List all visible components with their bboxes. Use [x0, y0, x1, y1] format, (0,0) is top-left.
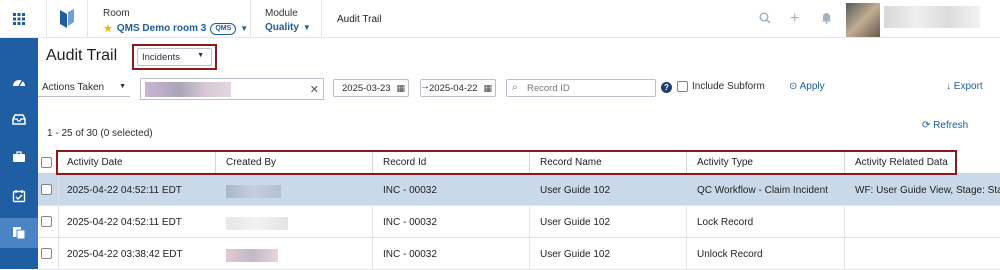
cell-divider [686, 206, 687, 238]
check-circle-icon: ⊙ [789, 81, 800, 92]
cell-divider [844, 206, 845, 238]
include-subform-label: Include Subform [692, 81, 765, 92]
top-bar: Room ★ QMS Demo room 3 QMS ▼ Module Qual… [0, 0, 1000, 38]
cell-divider [372, 206, 373, 238]
selected-user-chip[interactable] [145, 82, 231, 97]
cell-created-by [226, 185, 281, 198]
dashboard-gauge-icon [13, 80, 25, 87]
record-id-search-input[interactable]: ⌕ Record ID [506, 79, 656, 97]
calendar-icon[interactable]: ▦ [483, 83, 492, 94]
cell-created-by [226, 217, 288, 230]
help-icon[interactable]: ? [661, 82, 672, 93]
download-arrow-icon: ↓ [946, 81, 954, 92]
date-from-value: 2025-03-23 [342, 83, 391, 94]
room-label: Room [103, 8, 130, 19]
cell-divider [529, 206, 530, 238]
table-row[interactable]: 2025-04-22 04:52:11 EDT INC - 00032 User… [38, 174, 1000, 206]
select-all-checkbox[interactable] [41, 157, 52, 168]
date-from-field[interactable]: 2025-03-23 ▦ [333, 79, 409, 97]
chevron-down-icon[interactable]: ▼ [303, 23, 311, 32]
cell-record-id: INC - 00032 [383, 217, 437, 228]
favorite-star-icon[interactable]: ★ [103, 22, 113, 35]
breadcrumb-room[interactable]: Room ★ QMS Demo room 3 QMS ▼ [89, 0, 251, 38]
header-highlight-box [56, 150, 957, 175]
refresh-icon: ⟳ [922, 120, 934, 131]
date-to-value: 2025-04-22 [429, 83, 478, 94]
actions-taken-value: Actions Taken [42, 82, 105, 93]
room-name: QMS Demo room 3 [116, 23, 207, 34]
search-icon: ⌕ [512, 82, 518, 93]
cell-divider [686, 238, 687, 270]
room-selector[interactable]: ★ QMS Demo room 3 QMS ▼ [103, 22, 248, 35]
table-row[interactable]: 2025-04-22 03:38:42 EDT INC - 00032 User… [38, 238, 1000, 270]
cell-activity-date: 2025-04-22 04:52:11 EDT [67, 217, 182, 228]
app-grid-icon[interactable] [0, 0, 38, 38]
breadcrumb-module[interactable]: Module Quality ▼ [251, 0, 322, 38]
cell-activity-date: 2025-04-22 03:38:42 EDT [67, 249, 183, 260]
cell-divider [58, 174, 59, 206]
sidebar-item-tasks[interactable] [0, 181, 38, 211]
cell-record-id: INC - 00032 [383, 249, 437, 260]
apply-label: Apply [799, 81, 825, 92]
cell-record-id: INC - 00032 [383, 185, 437, 196]
cell-record-name: User Guide 102 [540, 185, 611, 196]
cell-record-name: User Guide 102 [540, 217, 611, 228]
room-badge: QMS [210, 22, 237, 35]
cell-activity-type: QC Workflow - Claim Incident [697, 185, 828, 196]
cell-created-by [226, 249, 278, 262]
add-icon[interactable]: + [790, 10, 799, 28]
apply-button[interactable]: ⊙ Apply [789, 81, 825, 92]
module-selector[interactable]: Quality ▼ [265, 22, 311, 33]
include-subform-checkbox[interactable] [677, 81, 688, 92]
avatar[interactable] [846, 3, 880, 37]
page-title: Audit Trail [46, 47, 118, 64]
export-label: Export [953, 81, 983, 92]
caret-down-icon: ▼ [119, 83, 126, 90]
cell-activity-type: Unlock Record [697, 249, 763, 260]
documents-icon [13, 227, 26, 240]
cell-divider [372, 238, 373, 270]
module-label: Module [265, 8, 298, 19]
cell-divider [58, 238, 59, 270]
row-checkbox[interactable] [41, 184, 52, 195]
breadcrumb-current: Audit Trail [337, 14, 382, 25]
cell-related-data: WF: User Guide View, Stage: Stag... [855, 185, 1000, 196]
cell-activity-type: Lock Record [697, 217, 754, 228]
app-logo[interactable] [46, 0, 88, 38]
actions-taken-dropdown[interactable]: Actions Taken ▼ [38, 79, 130, 97]
row-checkbox[interactable] [41, 248, 52, 259]
sidebar-item-dashboard[interactable] [0, 68, 38, 98]
sidebar-item-briefcase[interactable] [0, 142, 38, 172]
user-name[interactable] [884, 6, 980, 28]
chevron-down-icon[interactable]: ▼ [240, 24, 248, 33]
refresh-button[interactable]: ⟳ Refresh [922, 120, 968, 131]
highlight-box [132, 44, 217, 70]
calendar-icon[interactable]: ▦ [396, 83, 405, 94]
cell-divider [844, 238, 845, 270]
cell-record-name: User Guide 102 [540, 249, 611, 260]
briefcase-icon [13, 151, 25, 162]
sidebar [0, 38, 38, 269]
export-button[interactable]: ↓ Export [946, 81, 983, 92]
calendar-check-icon [12, 190, 26, 203]
notification-bell-icon[interactable] [821, 12, 832, 27]
refresh-label: Refresh [933, 120, 969, 131]
clear-icon[interactable]: ✕ [310, 83, 319, 96]
sidebar-item-inbox[interactable] [0, 104, 38, 134]
selection-info: 1 - 25 of 30 (0 selected) [47, 128, 153, 139]
table-row[interactable]: 2025-04-22 04:52:11 EDT INC - 00032 User… [38, 206, 1000, 238]
date-to-field[interactable]: 2025-04-22 ▦ [420, 79, 496, 97]
cell-activity-date: 2025-04-22 04:52:11 EDT [67, 185, 182, 196]
search-icon[interactable] [759, 12, 771, 27]
row-checkbox[interactable] [41, 216, 52, 227]
inbox-icon [12, 114, 26, 125]
sidebar-item-audit-trail[interactable] [0, 218, 38, 248]
cell-divider [58, 206, 59, 238]
cell-divider [529, 238, 530, 270]
module-name: Quality [265, 22, 299, 33]
user-filter-field[interactable]: ✕ [140, 78, 324, 100]
record-id-placeholder: Record ID [527, 83, 570, 94]
